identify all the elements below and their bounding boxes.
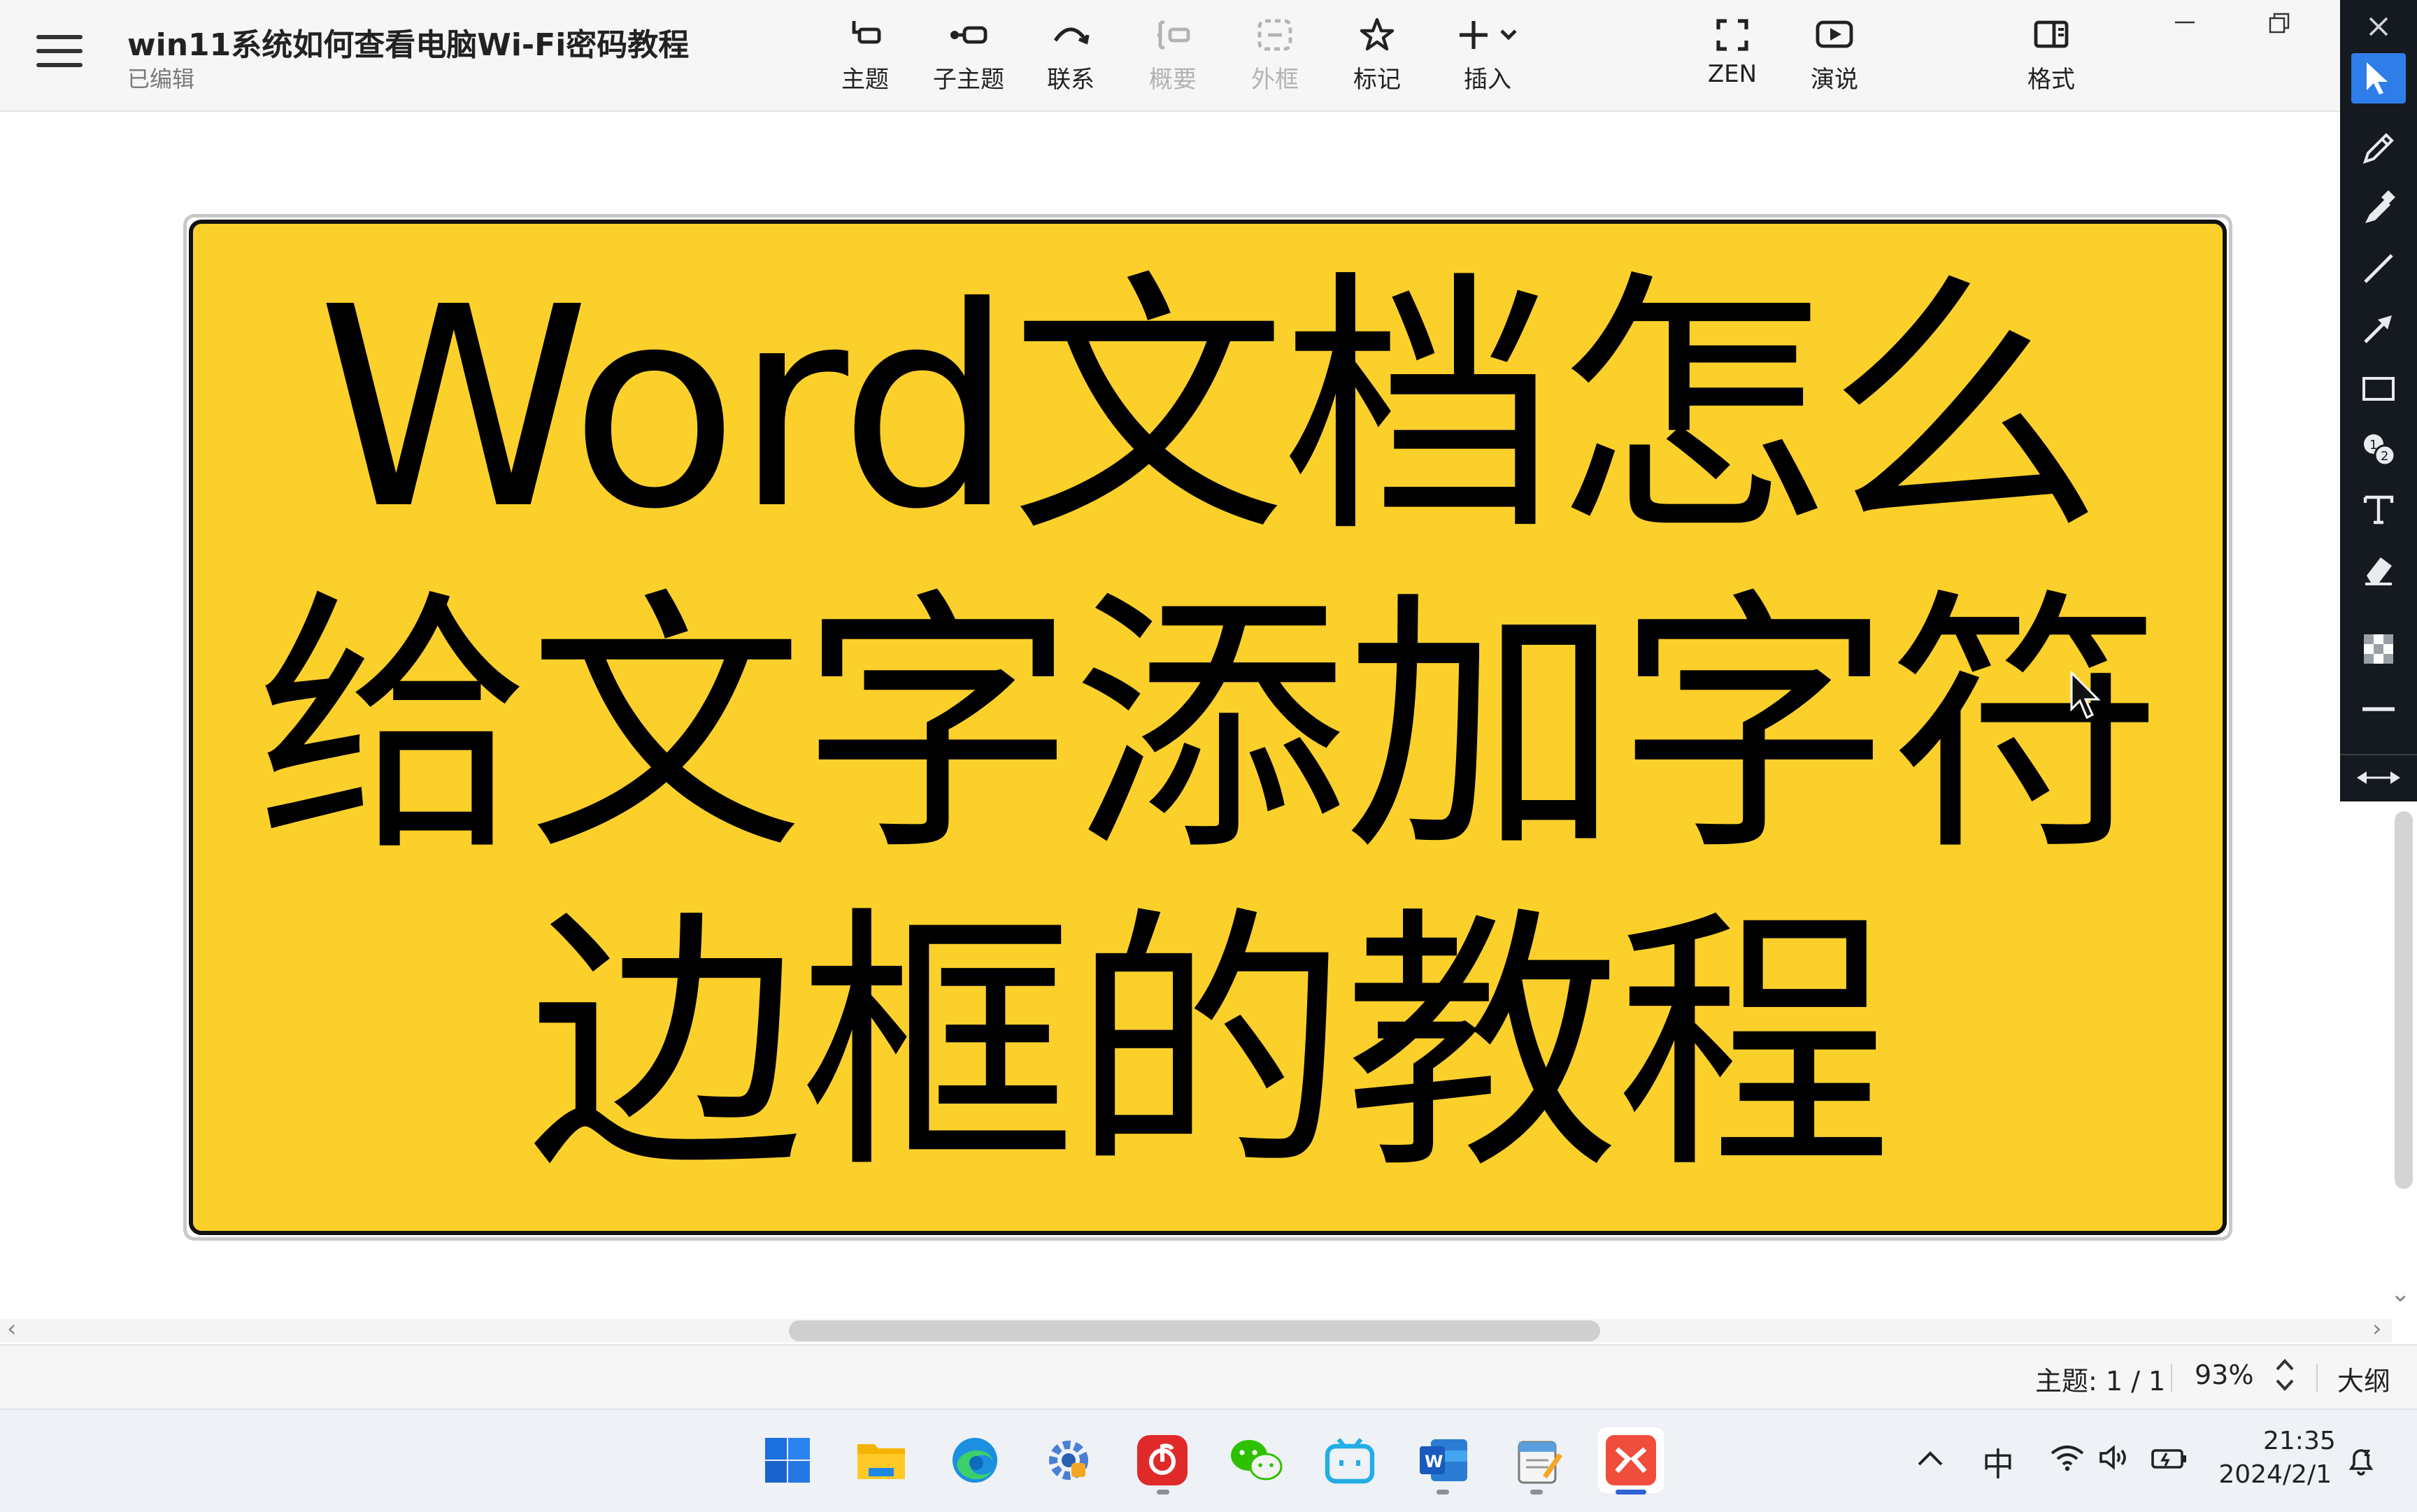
xmind-icon[interactable] [1597, 1427, 1664, 1494]
arrow-icon[interactable] [2351, 304, 2406, 354]
taskbar-running-indicator [1530, 1490, 1543, 1495]
svg-text:1: 1 [2369, 438, 2377, 452]
summary-icon [1157, 20, 1190, 50]
format-panel-icon [2034, 20, 2069, 48]
ime-indicator[interactable]: 中 [1982, 1439, 2014, 1485]
central-topic[interactable]: Word文档怎么给文字添加字符边框的教程 [189, 220, 2227, 1235]
taskbar-running-indicator [1436, 1490, 1449, 1495]
horizontal-scrollbar-thumb[interactable] [789, 1320, 1600, 1341]
minimize-icon[interactable] [2164, 6, 2206, 41]
summary-button[interactable]: 概要 [1120, 15, 1225, 99]
mindmap-canvas[interactable]: Word文档怎么给文字添加字符边框的教程 [0, 112, 2340, 1318]
wifi-icon[interactable] [2049, 1442, 2086, 1473]
zoom-stepper-icon[interactable] [2273, 1355, 2297, 1395]
line-icon[interactable] [2351, 243, 2406, 294]
boundary-icon [1257, 19, 1292, 51]
clock-time[interactable]: 21:35 [2263, 1427, 2336, 1455]
marker-icon[interactable] [2351, 183, 2406, 234]
format-button[interactable]: 格式 [1999, 15, 2104, 99]
present-icon [1816, 20, 1853, 48]
mouse-cursor-icon [2070, 671, 2101, 720]
svg-text:z: z [2364, 1446, 2370, 1459]
document-status: 已编辑 [127, 66, 195, 92]
collapse-icon[interactable] [2351, 755, 2406, 800]
status-separator [2316, 1364, 2318, 1392]
scroll-down-icon[interactable]: ⌄ [2390, 1280, 2411, 1308]
close-palette-icon[interactable] [2351, 1, 2406, 52]
pen-icon[interactable] [2351, 123, 2406, 173]
topic-count: 主题: 1 / 1 [2035, 1366, 2166, 1397]
rectangle-icon[interactable] [2351, 364, 2406, 414]
file-explorer-icon[interactable] [848, 1427, 915, 1494]
start-icon[interactable] [754, 1427, 821, 1494]
vertical-scrollbar-thumb[interactable] [2395, 811, 2413, 1189]
settings-app-icon[interactable] [1035, 1427, 1102, 1494]
line-width-icon[interactable] [2351, 684, 2406, 734]
scroll-right-icon[interactable]: › [2372, 1315, 2382, 1343]
bilibili-icon[interactable] [1316, 1427, 1383, 1494]
word-icon[interactable]: W [1410, 1427, 1477, 1494]
opacity-icon[interactable] [2351, 624, 2406, 674]
svg-text:2: 2 [2381, 449, 2388, 464]
edge-icon[interactable] [941, 1427, 1008, 1494]
plus-icon [1460, 21, 1517, 49]
document-title: win11系统如何查看电脑Wi-Fi密码教程 [127, 27, 690, 63]
pointer-icon[interactable] [2351, 53, 2406, 104]
annotation-palette: 12 [2340, 0, 2417, 801]
netease-music-icon[interactable] [1129, 1427, 1196, 1494]
zen-icon [1716, 19, 1748, 51]
subtopic-button[interactable]: 子主题 [916, 15, 1021, 99]
notepad-icon[interactable] [1504, 1427, 1571, 1494]
hamburger-menu-icon[interactable] [36, 35, 83, 77]
svg-text:W: W [1425, 1452, 1443, 1471]
subtopic-icon [950, 26, 988, 44]
topic-icon [852, 21, 881, 44]
marker-button[interactable]: 标记 [1325, 15, 1429, 99]
battery-icon[interactable] [2150, 1443, 2189, 1471]
restore-icon[interactable] [2258, 6, 2300, 41]
central-topic-text: Word文档怎么给文字添加字符边框的教程 [255, 248, 2165, 1206]
volume-icon[interactable] [2098, 1443, 2132, 1471]
text-icon[interactable] [2351, 484, 2406, 534]
zoom-level[interactable]: 93% [2195, 1360, 2253, 1390]
wechat-icon[interactable] [1222, 1427, 1290, 1494]
main-toolbar: win11系统如何查看电脑Wi-Fi密码教程 已编辑 主题 子主题 联系 概要 … [0, 0, 2340, 112]
present-button[interactable]: 演说 [1782, 15, 1887, 99]
scroll-left-icon[interactable]: ‹ [7, 1315, 17, 1343]
taskbar-active-indicator [1616, 1490, 1646, 1495]
notification-icon[interactable]: z [2344, 1443, 2378, 1477]
chevron-up-icon[interactable] [1915, 1446, 1946, 1471]
insert-button[interactable]: 插入 [1435, 15, 1540, 99]
topic-button[interactable]: 主题 [813, 15, 918, 99]
clock-date[interactable]: 2024/2/1 [2218, 1460, 2332, 1489]
eraser-icon[interactable] [2351, 544, 2406, 594]
number-stamp-icon[interactable]: 12 [2351, 424, 2406, 474]
star-icon [1360, 17, 1395, 51]
status-separator [2171, 1364, 2172, 1392]
boundary-button[interactable]: 外框 [1222, 15, 1327, 99]
zen-button[interactable]: ZEN [1680, 15, 1785, 99]
relationship-icon [1053, 27, 1090, 45]
relationship-button[interactable]: 联系 [1018, 15, 1123, 99]
outline-button[interactable]: 大纲 [2337, 1360, 2390, 1398]
taskbar-running-indicator [1157, 1490, 1169, 1495]
